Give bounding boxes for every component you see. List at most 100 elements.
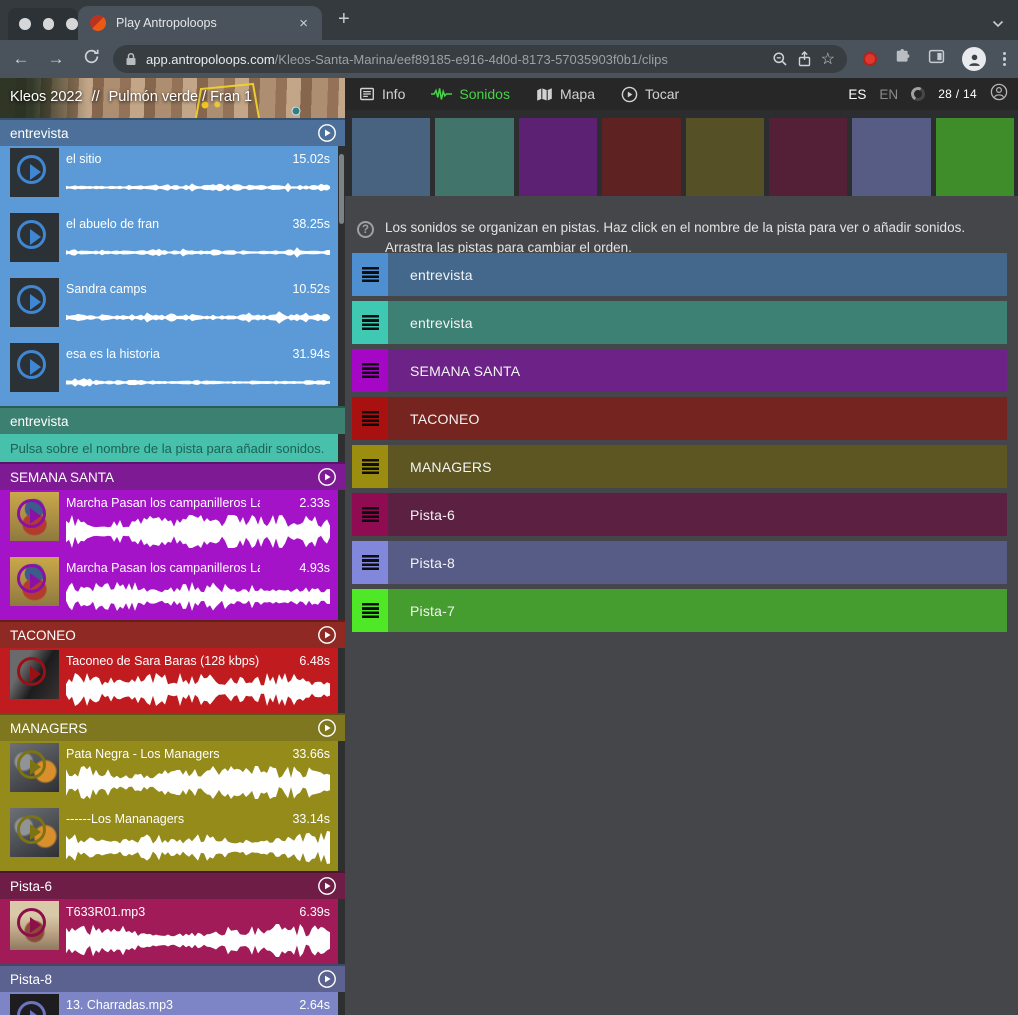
- track-play-icon[interactable]: [317, 625, 337, 645]
- account-icon[interactable]: [990, 83, 1008, 106]
- new-tab-button[interactable]: +: [338, 9, 350, 29]
- audio-waveform[interactable]: [66, 513, 330, 550]
- drag-handle[interactable]: [352, 301, 388, 344]
- clip-item[interactable]: ------Los Mananagers33.14s: [0, 806, 338, 871]
- track-section-header[interactable]: Pista-8: [0, 964, 345, 992]
- track-section-header[interactable]: entrevista: [0, 118, 345, 146]
- share-icon[interactable]: [797, 51, 812, 67]
- track-color-swatch[interactable]: [602, 118, 680, 196]
- clip-item[interactable]: Pata Negra - Los Managers33.66s: [0, 741, 338, 806]
- language-en-button[interactable]: EN: [879, 87, 898, 102]
- stage-photo-thumbnail[interactable]: [10, 650, 59, 699]
- track-color-swatch[interactable]: [852, 118, 930, 196]
- track-row-bar[interactable]: MANAGERS: [388, 445, 1007, 488]
- minimize-window-icon[interactable]: [43, 18, 55, 30]
- virgen-image-thumbnail[interactable]: [10, 557, 59, 606]
- sidebar-scrollbar[interactable]: [339, 154, 344, 224]
- track-section-header[interactable]: TACONEO: [0, 620, 345, 648]
- maximize-window-icon[interactable]: [66, 18, 78, 30]
- track-name[interactable]: Pista-6: [10, 879, 52, 894]
- track-row[interactable]: TACONEO: [352, 397, 1007, 440]
- audio-waveform[interactable]: [66, 234, 330, 271]
- drag-handle[interactable]: [352, 253, 388, 296]
- track-row-bar[interactable]: Pista-6: [388, 493, 1007, 536]
- track-section-header[interactable]: MANAGERS: [0, 713, 345, 741]
- drag-handle[interactable]: [352, 541, 388, 584]
- arch-photo-thumbnail[interactable]: [10, 901, 59, 950]
- track-play-icon[interactable]: [317, 718, 337, 738]
- audio-waveform[interactable]: [66, 364, 330, 401]
- track-section-header[interactable]: entrevista: [0, 406, 345, 434]
- breadcrumb-track[interactable]: Pulmón verde / Fran 1: [109, 89, 252, 105]
- back-button[interactable]: ←: [10, 49, 32, 69]
- tab-search-chevron-icon[interactable]: [992, 15, 1004, 33]
- track-play-icon[interactable]: [317, 467, 337, 487]
- drag-handle[interactable]: [352, 445, 388, 488]
- track-section-header[interactable]: SEMANA SANTA: [0, 462, 345, 490]
- track-name[interactable]: Pista-8: [10, 972, 52, 987]
- track-color-swatch[interactable]: [519, 118, 597, 196]
- project-banner[interactable]: Kleos 2022 // Pulmón verde / Fran 1: [0, 78, 345, 118]
- track-row-bar[interactable]: Pista-7: [388, 589, 1007, 632]
- audio-waveform[interactable]: [66, 299, 330, 336]
- band-photo-thumbnail[interactable]: [10, 743, 59, 792]
- audio-waveform[interactable]: [66, 578, 330, 615]
- clip-play-icon[interactable]: [17, 657, 46, 686]
- drag-handle[interactable]: [352, 397, 388, 440]
- band-photo-thumbnail[interactable]: [10, 808, 59, 857]
- track-row-bar[interactable]: Pista-8: [388, 541, 1007, 584]
- extensions-puzzle-icon[interactable]: [894, 48, 911, 70]
- track-row[interactable]: Pista-7: [352, 589, 1007, 632]
- profile-avatar[interactable]: [962, 47, 986, 71]
- nav-tocar[interactable]: Tocar: [621, 86, 679, 103]
- clip-item[interactable]: Marcha Pasan los campanilleros Las Mejor…: [0, 490, 338, 555]
- audio-waveform[interactable]: [66, 829, 330, 866]
- audio-waveform[interactable]: [66, 764, 330, 801]
- track-name[interactable]: TACONEO: [10, 628, 76, 643]
- clip-item[interactable]: Taconeo de Sara Baras (128 kbps).mp36.48…: [0, 648, 338, 713]
- track-color-swatch[interactable]: [769, 118, 847, 196]
- browser-menu-icon[interactable]: [1003, 52, 1006, 67]
- night-photo-thumbnail[interactable]: [10, 994, 59, 1015]
- track-play-icon[interactable]: [317, 876, 337, 896]
- track-row[interactable]: Pista-8: [352, 541, 1007, 584]
- zoom-icon[interactable]: [772, 51, 788, 67]
- drag-handle[interactable]: [352, 493, 388, 536]
- dark-square-thumbnail[interactable]: [10, 343, 59, 392]
- clip-play-icon[interactable]: [17, 908, 46, 937]
- audio-waveform[interactable]: [66, 169, 330, 206]
- track-row[interactable]: MANAGERS: [352, 445, 1007, 488]
- track-name[interactable]: MANAGERS: [10, 721, 87, 736]
- track-color-swatch[interactable]: [936, 118, 1014, 196]
- dark-square-thumbnail[interactable]: [10, 213, 59, 262]
- forward-button[interactable]: →: [45, 49, 67, 69]
- clip-item[interactable]: el abuelo de fran38.25s: [0, 211, 338, 276]
- clip-item[interactable]: Marcha Pasan los campanilleros Las Mejor…: [0, 555, 338, 620]
- browser-tab[interactable]: Play Antropoloops ×: [78, 6, 322, 40]
- tab-close-icon[interactable]: ×: [297, 15, 310, 32]
- language-es-button[interactable]: ES: [848, 87, 866, 102]
- track-section-header[interactable]: Pista-6: [0, 871, 345, 899]
- clip-play-icon[interactable]: [17, 155, 46, 184]
- track-play-icon[interactable]: [317, 123, 337, 143]
- track-row-bar[interactable]: SEMANA SANTA: [388, 349, 1007, 392]
- bookmark-star-icon[interactable]: ☆: [821, 49, 835, 69]
- track-name[interactable]: SEMANA SANTA: [10, 470, 114, 485]
- clip-play-icon[interactable]: [17, 350, 46, 379]
- virgen-image-thumbnail[interactable]: [10, 492, 59, 541]
- clip-play-icon[interactable]: [17, 1001, 46, 1015]
- clip-item[interactable]: 13. Charradas.mp32.64s: [0, 992, 338, 1015]
- track-row-bar[interactable]: entrevista: [388, 301, 1007, 344]
- drag-handle[interactable]: [352, 589, 388, 632]
- audio-waveform[interactable]: [66, 922, 330, 959]
- track-row[interactable]: entrevista: [352, 301, 1007, 344]
- track-play-icon[interactable]: [317, 969, 337, 989]
- address-bar[interactable]: app.antropoloops.com/Kleos-Santa-Marina/…: [113, 45, 847, 73]
- dark-square-thumbnail[interactable]: [10, 148, 59, 197]
- clip-play-icon[interactable]: [17, 564, 46, 593]
- clip-item[interactable]: Sandra camps10.52s: [0, 276, 338, 341]
- track-name[interactable]: entrevista: [10, 126, 69, 141]
- nav-mapa[interactable]: Mapa: [536, 86, 595, 102]
- track-row-bar[interactable]: TACONEO: [388, 397, 1007, 440]
- track-color-swatch[interactable]: [435, 118, 513, 196]
